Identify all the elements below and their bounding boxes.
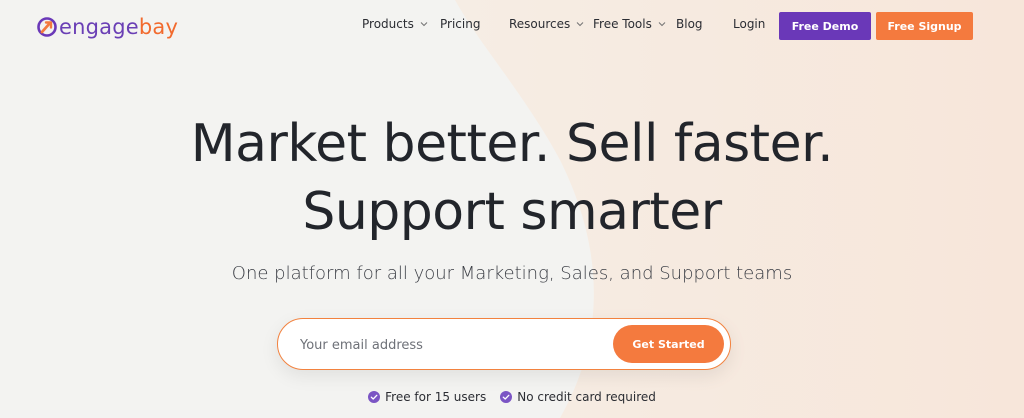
perks-list: Free for 15 users No credit card require… (0, 390, 1024, 404)
perk-item: No credit card required (500, 390, 656, 404)
email-input[interactable] (298, 332, 602, 358)
chevron-down-icon (658, 22, 666, 27)
perk-label: Free for 15 users (385, 390, 487, 404)
free-demo-button[interactable]: Free Demo (779, 12, 871, 40)
logo-text-bay: bay (138, 15, 179, 39)
check-circle-icon (368, 391, 381, 403)
get-started-label: Get Started (632, 337, 705, 351)
perk-label: No credit card required (517, 390, 656, 404)
logo-mark-icon (37, 17, 57, 37)
top-navigation: engagebay Products Pricing Resources Fre… (0, 0, 1024, 52)
hero-headline: Market better. Sell faster. Support smar… (0, 110, 1024, 246)
nav-item-blog[interactable]: Blog (676, 17, 703, 31)
free-demo-label: Free Demo (791, 19, 859, 33)
nav-item-label: Pricing (440, 17, 481, 31)
free-signup-button[interactable]: Free Signup (876, 12, 973, 40)
nav-item-label: Free Tools (593, 17, 652, 31)
headline-line-1: Market better. Sell faster. (190, 114, 834, 174)
check-circle-icon (500, 391, 513, 403)
nav-item-resources[interactable]: Resources (509, 17, 584, 31)
hero-subheading: One platform for all your Marketing, Sal… (231, 263, 793, 284)
headline-line-2: Support smarter (302, 182, 722, 242)
brand-logo[interactable]: engagebay (36, 13, 178, 41)
chevron-down-icon (576, 22, 584, 27)
logo-text-engage: engage (59, 15, 139, 39)
hero-section: Market better. Sell faster. Support smar… (0, 110, 1024, 246)
nav-item-products[interactable]: Products (362, 17, 428, 31)
nav-item-label: Resources (509, 17, 571, 31)
nav-item-label: Products (362, 17, 414, 31)
nav-item-label: Login (733, 17, 766, 31)
logo-wordmark: engagebay (59, 16, 178, 38)
nav-item-free-tools[interactable]: Free Tools (593, 17, 666, 31)
get-started-button[interactable]: Get Started (613, 325, 724, 363)
nav-item-label: Blog (676, 17, 703, 31)
nav-item-login[interactable]: Login (733, 17, 765, 31)
chevron-down-icon (420, 22, 428, 27)
email-signup-form: Get Started (277, 318, 731, 370)
perk-item: Free for 15 users (368, 390, 486, 404)
nav-item-pricing[interactable]: Pricing (440, 17, 480, 31)
free-signup-label: Free Signup (887, 19, 962, 33)
